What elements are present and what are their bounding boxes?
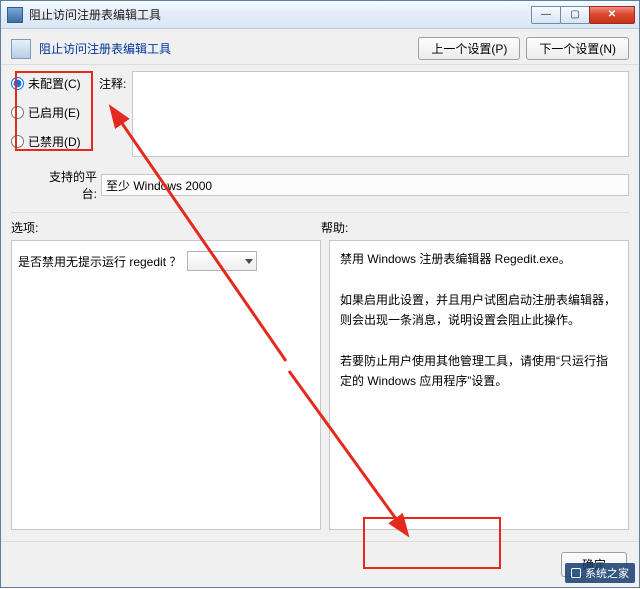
close-button[interactable]: ✕ bbox=[589, 6, 635, 24]
radio-enabled-label: 已启用(E) bbox=[28, 104, 80, 121]
app-icon bbox=[7, 7, 23, 23]
previous-setting-button[interactable]: 上一个设置(P) bbox=[418, 37, 520, 60]
options-section-label: 选项: bbox=[11, 219, 321, 236]
window-title: 阻止访问注册表编辑工具 bbox=[29, 6, 532, 23]
help-panel: 禁用 Windows 注册表编辑器 Regedit.exe。 如果启用此设置，并… bbox=[329, 240, 629, 530]
watermark-icon bbox=[571, 568, 581, 578]
options-panel: 是否禁用无提示运行 regedit ？ bbox=[11, 240, 321, 530]
policy-heading: 阻止访问注册表编辑工具 bbox=[39, 40, 418, 57]
maximize-button[interactable]: ▢ bbox=[560, 6, 590, 24]
comment-label: 注释: bbox=[99, 75, 126, 162]
supported-on-field bbox=[101, 174, 629, 196]
radio-disabled[interactable]: 已禁用(D) bbox=[11, 133, 99, 150]
comment-textarea[interactable] bbox=[132, 71, 629, 157]
next-setting-button[interactable]: 下一个设置(N) bbox=[526, 37, 629, 60]
watermark: 系统之家 bbox=[565, 563, 635, 583]
radio-not-configured[interactable]: 未配置(C) bbox=[11, 75, 99, 92]
help-paragraph-1: 禁用 Windows 注册表编辑器 Regedit.exe。 bbox=[340, 249, 618, 269]
titlebar: 阻止访问注册表编辑工具 — ▢ ✕ bbox=[1, 1, 639, 29]
radio-not-configured-label: 未配置(C) bbox=[28, 75, 81, 92]
radio-not-configured-input[interactable] bbox=[11, 77, 24, 90]
radio-disabled-label: 已禁用(D) bbox=[28, 133, 81, 150]
radio-enabled[interactable]: 已启用(E) bbox=[11, 104, 99, 121]
watermark-text: 系统之家 bbox=[585, 565, 629, 581]
radio-enabled-input[interactable] bbox=[11, 106, 24, 119]
chevron-down-icon bbox=[245, 259, 253, 264]
option-question-label: 是否禁用无提示运行 regedit ？ bbox=[18, 253, 181, 270]
help-section-label: 帮助: bbox=[321, 219, 629, 236]
supported-on-label: 支持的平台: bbox=[35, 168, 101, 202]
divider bbox=[11, 212, 629, 213]
policy-icon bbox=[11, 39, 31, 59]
minimize-button[interactable]: — bbox=[531, 6, 561, 24]
bottom-bar: 确定 bbox=[1, 541, 639, 587]
help-paragraph-3: 若要防止用户使用其他管理工具，请使用“只运行指定的 Windows 应用程序”设… bbox=[340, 351, 618, 392]
state-radio-group: 未配置(C) 已启用(E) 已禁用(D) bbox=[11, 71, 99, 162]
radio-disabled-input[interactable] bbox=[11, 135, 24, 148]
option-dropdown[interactable] bbox=[187, 251, 257, 271]
help-paragraph-2: 如果启用此设置，并且用户试图启动注册表编辑器，则会出现一条消息，说明设置会阻止此… bbox=[340, 290, 618, 331]
